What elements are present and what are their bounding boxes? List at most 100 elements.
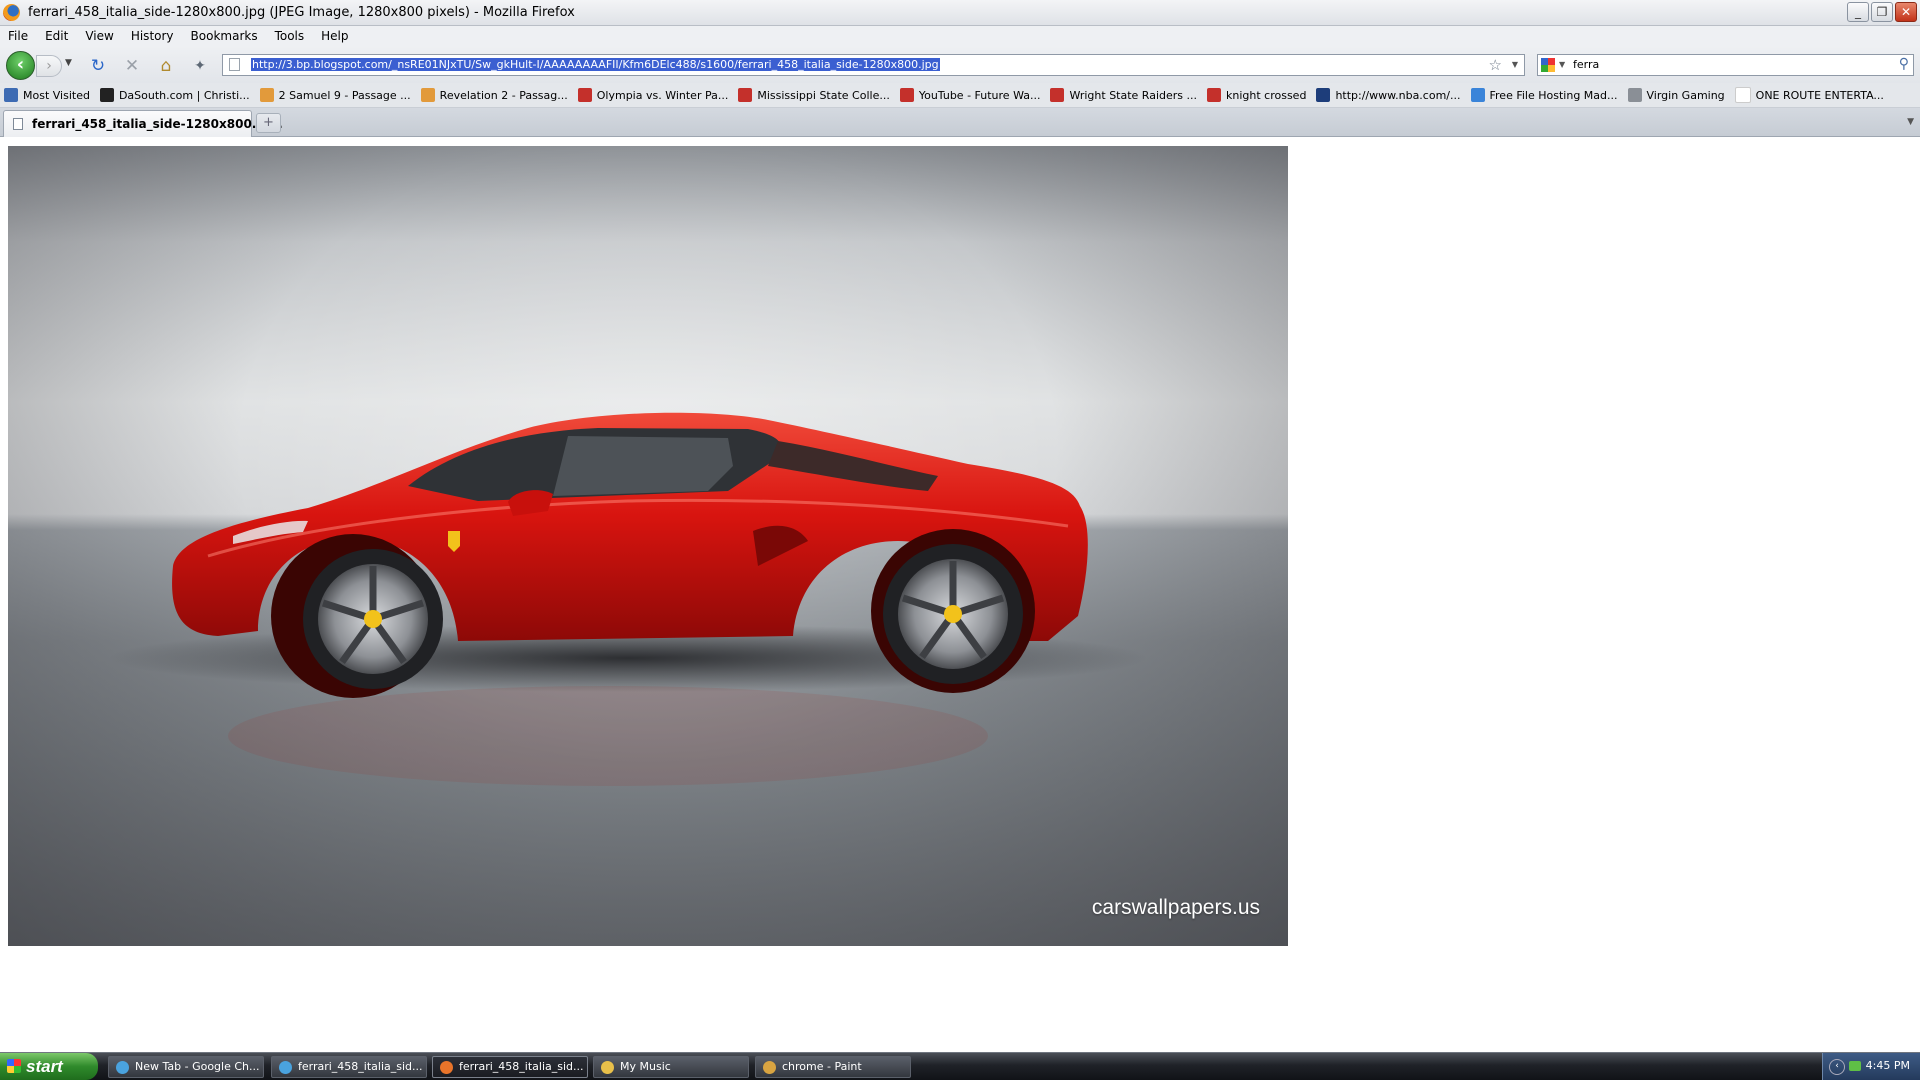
bookmark-label: ONE ROUTE ENTERTA... <box>1755 88 1884 102</box>
bookmark-favicon-icon <box>577 88 592 102</box>
home-icon[interactable]: ⌂ <box>156 56 176 76</box>
most-visited-icon <box>4 88 18 102</box>
taskbar-button[interactable]: New Tab - Google Ch... <box>108 1056 264 1078</box>
bookmark-item[interactable]: YouTube - Future Wa... <box>899 88 1041 102</box>
bookmark-item[interactable]: Revelation 2 - Passag... <box>420 88 568 102</box>
taskbar-button[interactable]: chrome - Paint <box>755 1056 911 1078</box>
bookmark-favicon-icon <box>99 88 114 102</box>
bookmark-item[interactable]: Virgin Gaming <box>1627 88 1725 102</box>
taskbar-button-label: chrome - Paint <box>782 1060 862 1073</box>
search-icon[interactable]: ⚲ <box>1899 56 1909 72</box>
forward-button[interactable]: › <box>36 55 62 77</box>
bookmark-item[interactable]: Olympia vs. Winter Pa... <box>577 88 729 102</box>
bookmark-favicon-icon <box>1734 87 1751 103</box>
menu-history[interactable]: History <box>131 29 174 43</box>
title-bar: ferrari_458_italia_side-1280x800.jpg (JP… <box>0 0 1920 26</box>
car-illustration <box>108 412 1148 786</box>
taskbar-button-label: ferrari_458_italia_sid... <box>298 1060 423 1073</box>
taskbar-button-label: ferrari_458_italia_sid... <box>459 1060 584 1073</box>
page-content: carswallpapers.us <box>0 137 1920 1052</box>
history-dropdown-icon[interactable]: ▼ <box>65 58 72 68</box>
ferrari-image: carswallpapers.us <box>8 146 1288 946</box>
page-icon <box>229 58 240 71</box>
tab-label: ferrari_458_italia_side-1280x800.jp... <box>32 117 283 131</box>
tray-expand-icon[interactable]: ‹ <box>1829 1059 1845 1075</box>
window-title: ferrari_458_italia_side-1280x800.jpg (JP… <box>28 5 575 20</box>
bookmark-label: Free File Hosting Mad... <box>1489 88 1618 102</box>
firefox-icon[interactable] <box>3 4 20 21</box>
taskbar-button-label: My Music <box>620 1060 671 1073</box>
taskbar-button-label: New Tab - Google Ch... <box>135 1060 260 1073</box>
window-controls: _ ❐ ✕ <box>1847 2 1917 22</box>
bookmark-item[interactable]: Mississippi State Colle... <box>738 88 890 102</box>
bookmark-favicon-icon <box>1050 88 1065 102</box>
bookmark-star-icon[interactable]: ☆ <box>1489 56 1502 74</box>
windows-taskbar: start New Tab - Google Ch... ferrari_458_… <box>0 1052 1920 1080</box>
bookmark-item[interactable]: ONE ROUTE ENTERTA... <box>1734 87 1884 103</box>
url-text[interactable]: http://3.bp.blogspot.com/_nsRE01NJxTU/Sw… <box>251 58 940 71</box>
addon-icon[interactable]: ✦ <box>190 56 210 76</box>
bookmark-item[interactable]: 2 Samuel 9 - Passage ... <box>259 88 411 102</box>
bookmark-label: Virgin Gaming <box>1646 88 1725 102</box>
menu-file[interactable]: File <box>8 29 28 43</box>
bookmark-item[interactable]: DaSouth.com | Christi... <box>99 88 250 102</box>
engine-dropdown-icon[interactable]: ▼ <box>1559 60 1565 69</box>
app-icon <box>763 1061 776 1074</box>
stop-icon[interactable]: ✕ <box>122 56 142 76</box>
bookmark-item[interactable]: Free File Hosting Mad... <box>1470 88 1618 102</box>
tab-list-icon[interactable]: ▼ <box>1907 117 1914 127</box>
bookmark-favicon-icon <box>420 88 435 102</box>
bookmark-label: YouTube - Future Wa... <box>918 88 1041 102</box>
app-icon <box>116 1061 129 1074</box>
menu-bar: File Edit View History Bookmarks Tools H… <box>0 26 1920 46</box>
bookmark-label: Mississippi State Colle... <box>757 88 890 102</box>
bookmark-label: Olympia vs. Winter Pa... <box>596 88 729 102</box>
new-tab-button[interactable]: + <box>256 113 281 133</box>
bookmark-label: http://www.nba.com/... <box>1335 88 1461 102</box>
bookmark-label: Wright State Raiders ... <box>1069 88 1197 102</box>
bookmark-label: knight crossed <box>1226 88 1307 102</box>
taskbar-button[interactable]: ferrari_458_italia_sid... <box>432 1056 588 1078</box>
search-input[interactable]: ferra <box>1573 58 1599 71</box>
bookmark-favicon-icon <box>1316 88 1331 102</box>
bookmark-label: 2 Samuel 9 - Passage ... <box>278 88 411 102</box>
bookmarks-toolbar: Most Visited DaSouth.com | Christi... 2 Sa… <box>0 83 1920 108</box>
tab-strip: ferrari_458_italia_side-1280x800.jp... +… <box>0 108 1920 137</box>
menu-edit[interactable]: Edit <box>45 29 68 43</box>
bookmark-favicon-icon <box>259 88 274 102</box>
bookmark-item[interactable]: knight crossed <box>1207 88 1306 102</box>
restore-button[interactable]: ❐ <box>1871 2 1893 22</box>
start-button[interactable]: start <box>0 1053 98 1080</box>
watermark-text: carswallpapers.us <box>1091 896 1260 919</box>
app-icon <box>440 1061 453 1074</box>
start-label: start <box>26 1057 63 1076</box>
close-button[interactable]: ✕ <box>1895 2 1917 22</box>
bookmark-item[interactable]: Wright State Raiders ... <box>1050 88 1197 102</box>
taskbar-button[interactable]: ferrari_458_italia_sid... <box>271 1056 427 1078</box>
bookmark-label: DaSouth.com | Christi... <box>118 88 250 102</box>
tab-ferrari-image[interactable]: ferrari_458_italia_side-1280x800.jp... <box>3 110 283 137</box>
bookmark-favicon-icon <box>899 88 914 102</box>
google-engine-icon[interactable] <box>1541 58 1555 72</box>
menu-bookmarks[interactable]: Bookmarks <box>191 29 258 43</box>
address-bar[interactable]: http://3.bp.blogspot.com/_nsRE01NJxTU/Sw… <box>222 54 1525 76</box>
menu-view[interactable]: View <box>85 29 113 43</box>
back-button[interactable]: ‹ <box>6 51 35 80</box>
bookmark-item[interactable]: Most Visited <box>4 88 90 102</box>
search-box[interactable]: ▼ ferra ⚲ <box>1537 54 1914 76</box>
reload-icon[interactable]: ↻ <box>88 56 108 76</box>
menu-help[interactable]: Help <box>321 29 348 43</box>
menu-tools[interactable]: Tools <box>275 29 305 43</box>
system-tray: ‹ 4:45 PM <box>1822 1053 1920 1080</box>
minimize-button[interactable]: _ <box>1847 2 1869 22</box>
bookmark-label: Revelation 2 - Passag... <box>439 88 568 102</box>
url-dropdown-icon[interactable]: ▼ <box>1512 60 1518 69</box>
taskbar-button[interactable]: My Music <box>593 1056 749 1078</box>
navigation-toolbar: ‹ › ▼ ↻ ✕ ⌂ ✦ http://3.bp.blogspot.com/_… <box>0 46 1920 83</box>
bookmark-item[interactable]: http://www.nba.com/... <box>1316 88 1461 102</box>
bookmark-favicon-icon <box>1627 88 1642 102</box>
page-icon <box>13 118 23 130</box>
windows-logo-icon <box>7 1059 21 1073</box>
clock[interactable]: 4:45 PM <box>1866 1059 1910 1072</box>
network-icon[interactable] <box>1849 1061 1861 1071</box>
